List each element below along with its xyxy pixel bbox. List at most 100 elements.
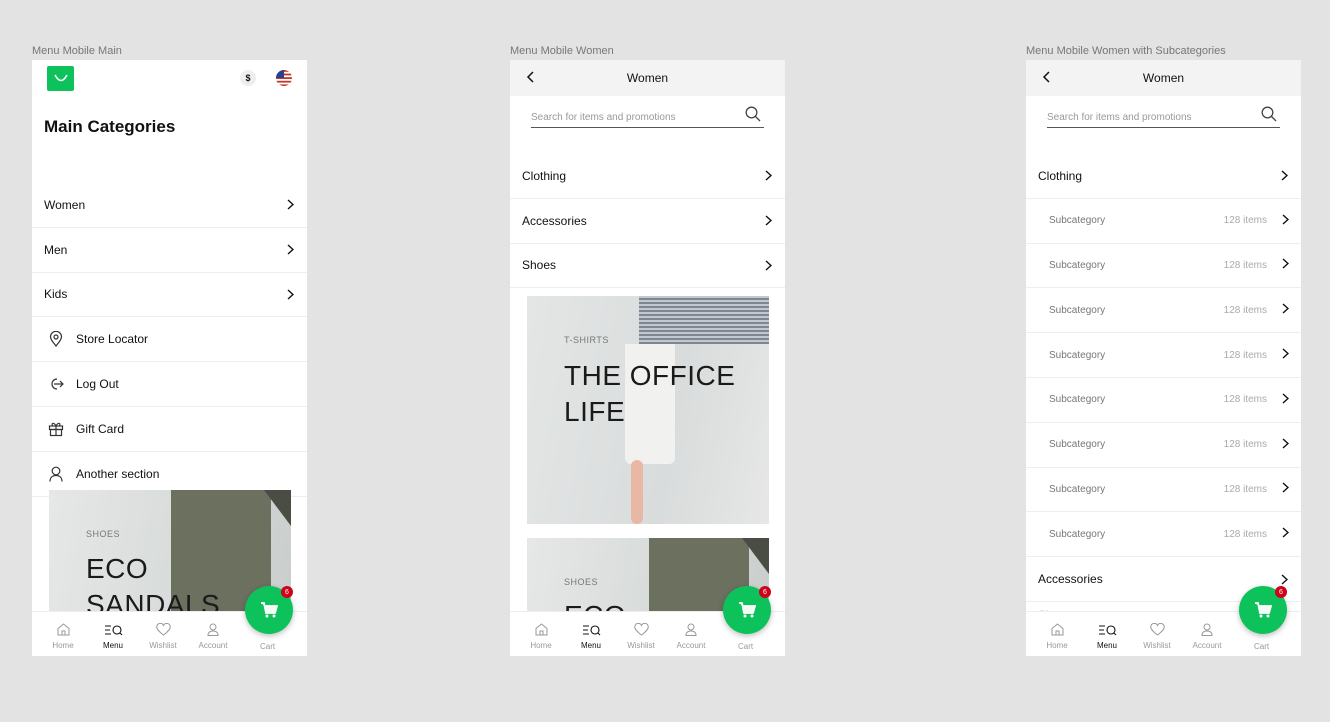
search-icon[interactable] <box>745 106 761 127</box>
category-row-kids[interactable]: Kids <box>32 273 307 318</box>
subcategory-row[interactable]: Subcategory 128 items <box>1026 199 1301 244</box>
category-row-shoes[interactable]: Shoes <box>510 244 785 289</box>
category-row-accessories[interactable]: Accessories <box>510 199 785 244</box>
search-bar: Search for items and promotions <box>510 96 785 154</box>
nav-account[interactable]: Account <box>1182 612 1232 656</box>
nav-label: Menu <box>1096 640 1117 650</box>
cart-count-badge: 6 <box>759 586 771 598</box>
chevron-right-icon <box>1282 258 1290 272</box>
banner-headline: THE OFFICE <box>564 360 736 391</box>
user-icon <box>685 622 697 638</box>
banner-image-arm <box>631 460 643 524</box>
item-count: 128 items <box>1223 215 1267 227</box>
section-row-store-locator[interactable]: Store Locator <box>32 317 307 363</box>
nav-menu[interactable]: Menu <box>88 612 138 656</box>
nav-label: Wishlist <box>149 640 177 650</box>
nav-wishlist[interactable]: Wishlist <box>616 612 666 656</box>
chevron-right-icon <box>1282 482 1290 496</box>
subcategory-row[interactable]: Subcategory 128 items <box>1026 378 1301 423</box>
search-input[interactable]: Search for items and promotions <box>531 108 764 128</box>
gift-icon <box>47 420 65 438</box>
home-icon <box>57 622 70 638</box>
nav-label: Account <box>676 640 706 650</box>
user-icon <box>207 622 219 638</box>
header-title: Women <box>626 71 669 85</box>
category-row-clothing[interactable]: Clothing <box>1026 154 1301 199</box>
nav-label: Wishlist <box>1143 640 1171 650</box>
chevron-right-icon <box>763 170 773 182</box>
item-count: 128 items <box>1223 528 1267 540</box>
back-arrow-icon[interactable] <box>526 71 534 86</box>
frame-label-main: Menu Mobile Main <box>32 45 122 57</box>
search-icon[interactable] <box>1261 106 1277 127</box>
chevron-right-icon <box>1282 438 1290 452</box>
search-bar: Search for items and promotions <box>1026 96 1301 154</box>
nav-account[interactable]: Account <box>188 612 238 656</box>
banner-headline: LIFE <box>564 396 626 427</box>
subcategory-label: Subcategory <box>1049 215 1106 227</box>
menu-search-icon <box>1098 622 1117 638</box>
item-count: 128 items <box>1223 394 1267 406</box>
banner-category: SHOES <box>564 577 599 587</box>
section-row-log-out[interactable]: Log Out <box>32 362 307 407</box>
nav-wishlist[interactable]: Wishlist <box>138 612 188 656</box>
back-arrow-icon[interactable] <box>1042 71 1050 86</box>
home-icon <box>535 622 548 638</box>
nav-header: Women <box>510 60 785 96</box>
heart-icon <box>1149 622 1165 638</box>
main-header: $ <box>32 60 307 96</box>
user-icon <box>1201 622 1213 638</box>
heart-icon <box>633 622 649 638</box>
banner-headline: ECO <box>86 553 149 584</box>
subcategory-row[interactable]: Subcategory 128 items <box>1026 244 1301 289</box>
category-label: Kids <box>44 287 68 302</box>
chevron-right-icon <box>1282 303 1290 317</box>
search-input[interactable]: Search for items and promotions <box>1047 108 1280 128</box>
promo-banner-office-life[interactable]: T-SHIRTS THE OFFICE LIFE <box>527 296 769 524</box>
banner-image <box>639 296 769 344</box>
user-icon <box>47 465 65 483</box>
cart-icon <box>261 602 278 618</box>
section-row-gift-card[interactable]: Gift Card <box>32 407 307 452</box>
subcategory-row[interactable]: Subcategory 128 items <box>1026 423 1301 468</box>
category-row-clothing[interactable]: Clothing <box>510 154 785 199</box>
category-row-women[interactable]: Women <box>32 183 307 228</box>
us-flag-icon[interactable] <box>276 70 292 86</box>
nav-label: Home <box>530 640 552 650</box>
category-row-men[interactable]: Men <box>32 228 307 273</box>
subcategory-row[interactable]: Subcategory 128 items <box>1026 288 1301 334</box>
nav-home[interactable]: Home <box>516 612 566 656</box>
nav-label: Home <box>1046 640 1068 650</box>
nav-label: Menu <box>102 640 123 650</box>
subcategory-row[interactable]: Subcategory 128 items <box>1026 468 1301 513</box>
chevron-right-icon <box>763 259 773 271</box>
frame-label-women-sub: Menu Mobile Women with Subcategories <box>1026 45 1226 57</box>
home-icon <box>1051 622 1064 638</box>
subcategory-row[interactable]: Subcategory 128 items <box>1026 333 1301 378</box>
phone-main-menu: $ Main Categories Women Men Kids Store L… <box>32 60 307 656</box>
chevron-right-icon <box>285 199 295 211</box>
nav-label: Wishlist <box>627 640 655 650</box>
nav-menu[interactable]: Menu <box>566 612 616 656</box>
nav-account[interactable]: Account <box>666 612 716 656</box>
item-count: 128 items <box>1223 259 1267 271</box>
currency-selector[interactable]: $ <box>240 70 256 86</box>
brand-logo[interactable] <box>47 66 74 91</box>
nav-label: Account <box>198 640 228 650</box>
item-count: 128 items <box>1223 304 1267 316</box>
subcategory-label: Subcategory <box>1049 528 1106 540</box>
banner-category: T-SHIRTS <box>564 335 609 345</box>
section-label: Gift Card <box>76 421 125 436</box>
nav-home[interactable]: Home <box>38 612 88 656</box>
nav-cart-label: Cart <box>738 642 754 651</box>
nav-home[interactable]: Home <box>1032 612 1082 656</box>
subcategory-row[interactable]: Subcategory 128 items <box>1026 512 1301 558</box>
chevron-right-icon <box>1282 348 1290 362</box>
item-count: 128 items <box>1223 349 1267 361</box>
nav-menu[interactable]: Menu <box>1082 612 1132 656</box>
menu-search-icon <box>582 622 601 638</box>
banner-image-shadow <box>742 538 769 578</box>
nav-wishlist[interactable]: Wishlist <box>1132 612 1182 656</box>
subcategory-label: Subcategory <box>1049 394 1106 406</box>
banner-image-shadow <box>264 490 291 530</box>
